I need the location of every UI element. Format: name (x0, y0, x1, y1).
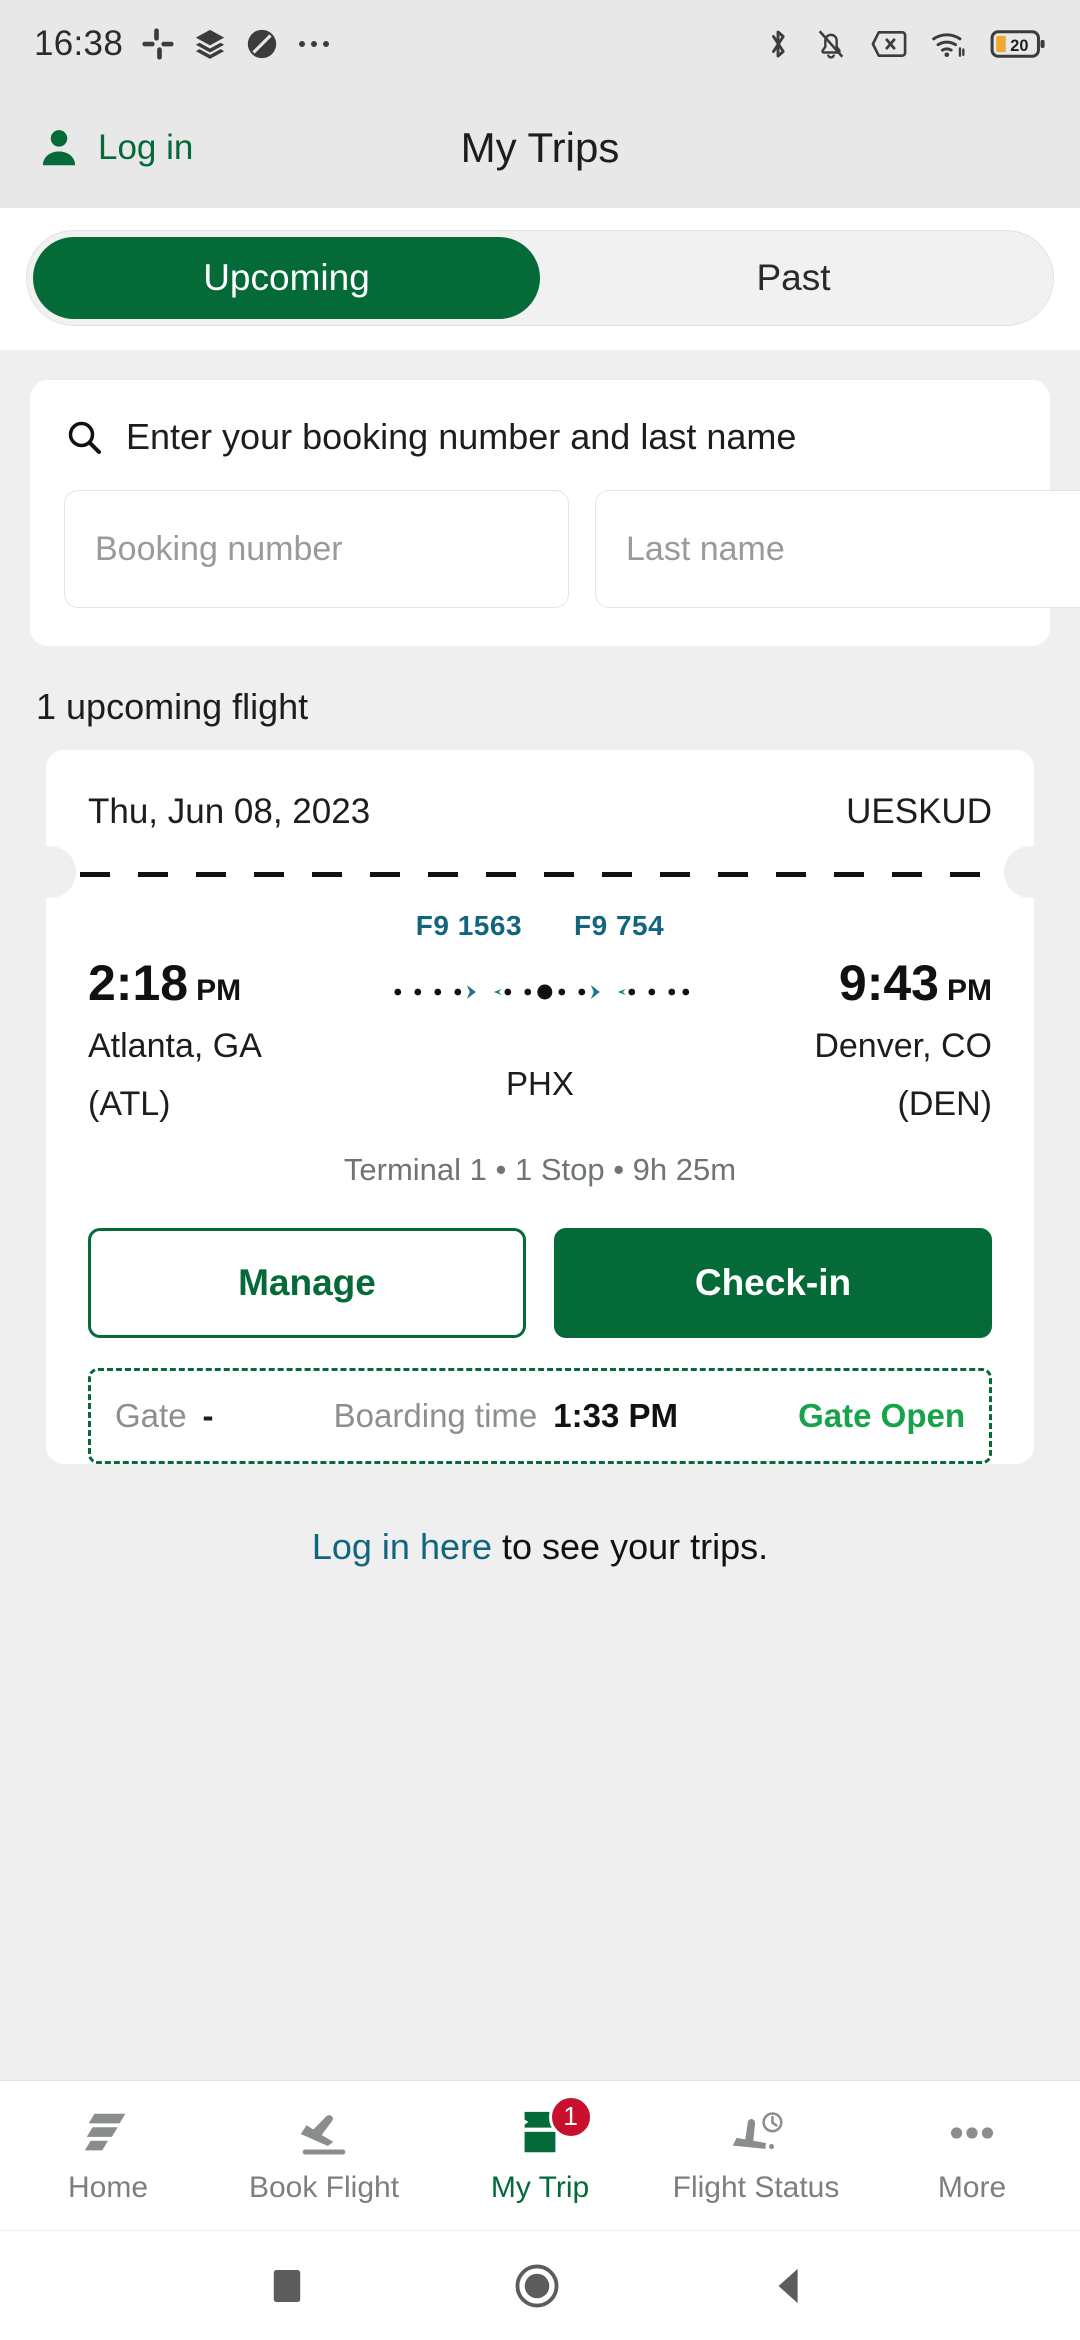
boarding-time-value: 1:33 PM (553, 1397, 678, 1435)
nav-item-home[interactable]: Home (0, 2107, 216, 2205)
battery-level-text: 20 (1010, 37, 1028, 55)
flight-path-icon (394, 984, 690, 1000)
home-circle-icon[interactable] (514, 2263, 560, 2309)
login-prompt-rest: to see your trips. (492, 1526, 769, 1568)
search-prompt-row: Enter your booking number and last name (64, 416, 1016, 458)
person-icon (42, 130, 76, 166)
departure-ampm: PM (196, 974, 242, 1007)
nav-item-book-flight[interactable]: Book Flight (216, 2107, 432, 2205)
departure-airport-code: (ATL) (88, 1084, 171, 1123)
route-path-block: PHX (359, 956, 721, 1103)
boarding-time-label: Boarding time (333, 1397, 538, 1435)
tab-past[interactable]: Past (540, 237, 1047, 319)
booking-reference: UESKUD (846, 792, 992, 831)
departure-city: Atlanta, GA (88, 1027, 262, 1065)
plane-landing-clock-icon (732, 2111, 783, 2149)
nav-label-flight-status: Flight Status (672, 2170, 840, 2204)
bottom-navigation: Home Book Flight 1 My Trip Flight Status… (0, 2080, 1080, 2230)
app-screen: 16:38 20 Log in My Trips Upcoming Past E… (0, 0, 1080, 2340)
tab-upcoming[interactable]: Upcoming (33, 237, 540, 319)
lookup-fields (64, 490, 1080, 608)
status-bar-right: 20 (764, 26, 1046, 62)
trip-card[interactable]: Thu, Jun 08, 2023 UESKUD F9 1563 F9 754 … (46, 750, 1034, 1465)
nav-label-more: More (937, 2170, 1007, 2204)
last-name-input[interactable] (595, 490, 1080, 608)
login-label: Log in (98, 128, 194, 167)
sim-missing-icon (871, 30, 907, 58)
nav-label-home: Home (67, 2170, 149, 2204)
gate-info-bar: Gate - Boarding time 1:33 PM Gate Open (88, 1368, 992, 1465)
trip-card-header: Thu, Jun 08, 2023 UESKUD (46, 750, 1034, 872)
segmented-control: Upcoming Past (26, 230, 1054, 326)
status-bar: 16:38 20 (0, 0, 1080, 88)
flight-number-1: F9 1563 (415, 910, 523, 941)
departure-time-value: 2:18 (88, 955, 189, 1011)
status-bar-left: 16:38 (34, 24, 331, 64)
nav-label-book-flight: Book Flight (248, 2170, 400, 2204)
overflow-dots-icon (299, 41, 330, 47)
arrival-block: 9:43 PM Denver, CO (DEN) (721, 956, 992, 1126)
layers-icon (195, 29, 225, 59)
arrival-city: Denver, CO (814, 1027, 992, 1065)
my-trip-badge: 1 (548, 2094, 593, 2139)
slack-icon (142, 28, 174, 60)
battery-icon: 20 (990, 30, 1045, 58)
ticket-perforation (46, 846, 1034, 898)
wifi-icon (932, 33, 965, 58)
back-triangle-icon[interactable] (770, 2265, 810, 2307)
search-icon (68, 421, 101, 454)
login-prompt-line: Log in here to see your trips. (0, 1526, 1080, 1568)
arrival-time: 9:43 PM (721, 956, 992, 1011)
gate-value: - (202, 1397, 214, 1435)
app-header: Log in My Trips (0, 88, 1080, 208)
frontier-logo-icon (84, 2113, 126, 2150)
upcoming-flight-count: 1 upcoming flight (36, 686, 309, 727)
recents-square-icon[interactable] (270, 2267, 304, 2305)
nav-item-more[interactable]: More (864, 2107, 1080, 2205)
notifications-off-icon (818, 30, 844, 59)
trip-date: Thu, Jun 08, 2023 (88, 792, 371, 831)
overflow-dots-icon (950, 2126, 994, 2139)
arrival-airport-code: (DEN) (897, 1084, 992, 1123)
search-prompt-label: Enter your booking number and last name (126, 416, 797, 457)
login-button[interactable]: Log in (36, 125, 193, 171)
trip-actions: Manage Check-in (46, 1188, 1034, 1339)
trip-detail-line: Terminal 1 • 1 Stop • 9h 25m (343, 1152, 737, 1188)
nav-item-my-trip[interactable]: 1 My Trip (432, 2094, 648, 2205)
perforation-line (80, 872, 1000, 877)
route-row: 2:18 PM Atlanta, GA (ATL) PHX 9:43 PM De… (88, 956, 992, 1126)
flight-numbers: F9 1563 F9 754 (88, 910, 992, 942)
status-bar-clock: 16:38 (34, 24, 124, 63)
plane-takeoff-icon (300, 2114, 346, 2155)
content-area: Enter your booking number and last name … (0, 350, 1080, 2080)
arrival-ampm: PM (946, 974, 992, 1007)
gate-label: Gate (115, 1397, 187, 1435)
circle-slash-icon (247, 29, 277, 59)
manage-button[interactable]: Manage (88, 1228, 526, 1339)
nav-label-my-trip: My Trip (490, 2170, 590, 2204)
arrival-time-value: 9:43 (838, 955, 939, 1011)
booking-lookup-card: Enter your booking number and last name (30, 380, 1080, 646)
bluetooth-icon (772, 30, 785, 58)
system-navigation-bar (0, 2230, 1080, 2340)
log-in-here-link[interactable]: Log in here (312, 1526, 492, 1567)
departure-time: 2:18 PM (88, 956, 359, 1011)
tab-bar: Upcoming Past (0, 208, 1080, 350)
gate-status-badge: Gate Open (798, 1397, 965, 1435)
nav-item-flight-status[interactable]: Flight Status (648, 2107, 864, 2205)
stopover-code: PHX (506, 1065, 574, 1102)
booking-number-input[interactable] (64, 490, 569, 608)
trip-card-body: F9 1563 F9 754 2:18PM Atlanta, GA (ATL) (46, 876, 1034, 1188)
departure-block: 2:18 PM Atlanta, GA (ATL) (88, 956, 359, 1126)
flight-number-2: F9 754 (574, 910, 665, 941)
check-in-button[interactable]: Check-in (554, 1228, 992, 1339)
